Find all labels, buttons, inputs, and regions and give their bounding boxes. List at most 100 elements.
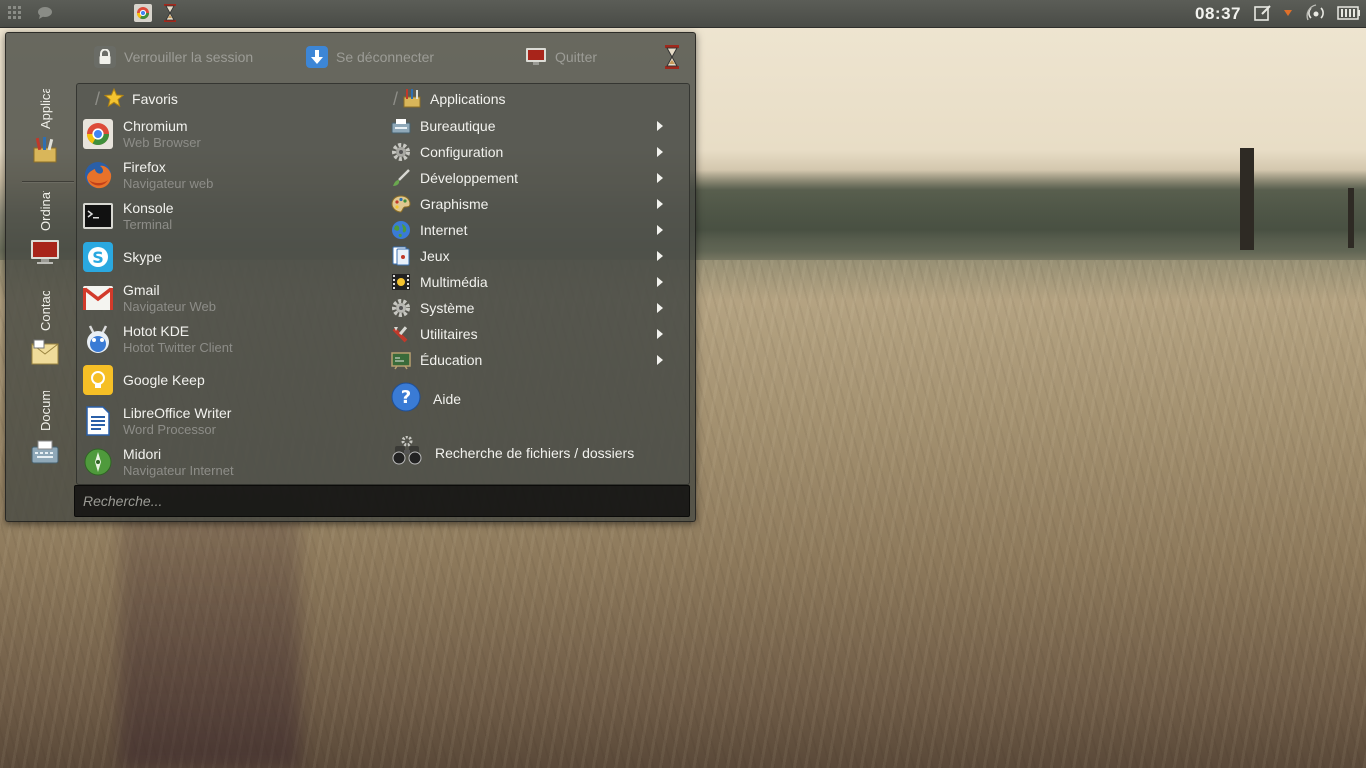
header-slash: / [393, 88, 399, 109]
tools-icon [391, 324, 411, 344]
favorite-item-midori[interactable]: Midori Navigateur Internet [83, 443, 373, 481]
app-grid-icon[interactable] [7, 4, 23, 22]
category-systeme[interactable]: Système [391, 296, 671, 320]
category-internet[interactable]: Internet [391, 218, 671, 242]
side-tab-label: Applications [37, 89, 53, 129]
wallpaper-post [1240, 148, 1254, 250]
submenu-arrow-icon [657, 251, 663, 261]
gear-icon [391, 142, 411, 162]
submenu-arrow-icon [657, 121, 663, 131]
favorite-item-konsole[interactable]: Konsole Terminal [83, 197, 373, 235]
chat-bubble-icon[interactable] [36, 4, 54, 22]
skype-icon: S [83, 242, 113, 272]
monitor-shutdown-icon [525, 46, 547, 68]
category-label: Configuration [420, 144, 504, 160]
favorite-item-libreoffice-writer[interactable]: LibreOffice Writer Word Processor [83, 402, 373, 440]
side-tab-documents[interactable]: Documents [16, 391, 74, 467]
category-graphisme[interactable]: Graphisme [391, 192, 671, 216]
category-label: Bureautique [420, 118, 496, 134]
binoculars-icon [391, 435, 423, 469]
side-tab-label: Contacts [37, 291, 53, 331]
favorites-title: Favoris [132, 91, 178, 107]
panel-clock[interactable]: 08:37 [1195, 4, 1241, 24]
side-tab-applications[interactable]: Applications [16, 89, 74, 165]
computer-monitor-icon [30, 237, 60, 267]
category-developpement[interactable]: Développement [391, 166, 671, 190]
logout-label: Se déconnecter [336, 49, 435, 65]
category-label: Multimédia [420, 274, 488, 290]
category-label: Développement [420, 170, 519, 186]
gmail-icon [83, 283, 113, 313]
applications-icon [30, 135, 60, 165]
category-multimedia[interactable]: Multimédia [391, 270, 671, 294]
favorite-item-skype[interactable]: S Skype [83, 238, 373, 276]
chromium-taskbar-icon[interactable] [133, 4, 153, 22]
category-jeux[interactable]: Jeux [391, 244, 671, 268]
system-gear-icon [391, 298, 411, 318]
search-files-label: Recherche de fichiers / dossiers [435, 444, 635, 461]
logout-arrow-icon [306, 46, 328, 68]
favorite-name: Midori [123, 445, 162, 462]
favorite-item-chromium[interactable]: Chromium Web Browser [83, 115, 373, 153]
battery-icon[interactable] [1336, 4, 1362, 22]
favorite-description: Navigateur web [123, 175, 214, 191]
launcher-top-bar: Verrouiller la session Se déconnecter Qu… [6, 33, 695, 81]
chromium-icon [83, 119, 113, 149]
category-bureautique[interactable]: Bureautique [391, 114, 671, 138]
favorite-description: Navigateur Internet [123, 462, 234, 478]
quit-label: Quitter [555, 49, 598, 65]
terminal-icon [83, 201, 113, 231]
top-panel: 08:37 [0, 0, 1366, 28]
side-tab-contacts[interactable]: Contacts [16, 291, 74, 367]
quit-button[interactable]: Quitter [525, 44, 597, 70]
favorite-item-google-keep[interactable]: Google Keep [83, 361, 373, 399]
wallpaper-post [1348, 188, 1354, 248]
network-icon[interactable] [1305, 4, 1327, 22]
category-utilitaires[interactable]: Utilitaires [391, 322, 671, 346]
category-label: Graphisme [420, 196, 489, 212]
favorite-item-gmail[interactable]: Gmail Navigateur Web [83, 279, 373, 317]
favorite-name: LibreOffice Writer [123, 404, 232, 421]
search-files-item[interactable]: Recherche de fichiers / dossiers [391, 435, 635, 469]
palette-icon [391, 194, 411, 214]
lock-session-button[interactable]: Verrouiller la session [94, 44, 253, 70]
favorite-name: Skype [123, 248, 162, 265]
help-label: Aide [433, 390, 462, 407]
launcher-logo-icon [663, 44, 681, 70]
category-label: Internet [420, 222, 468, 238]
wallpaper-treeline [690, 170, 1366, 260]
category-education[interactable]: Éducation [391, 348, 671, 372]
category-label: Éducation [420, 352, 483, 368]
wallpaper-path [120, 500, 300, 768]
writer-icon [83, 406, 113, 436]
favorite-item-hotot[interactable]: Hotot KDE Hotot Twitter Client [83, 320, 373, 358]
category-label: Jeux [420, 248, 450, 264]
submenu-arrow-icon [657, 277, 663, 287]
update-notifier-icon[interactable] [1282, 4, 1294, 22]
launcher-search-input[interactable] [75, 486, 689, 516]
submenu-arrow-icon [657, 303, 663, 313]
chalkboard-icon [391, 350, 411, 370]
hotot-icon [83, 324, 113, 354]
applications-header: / Applications [393, 87, 506, 111]
hourglass-icon[interactable] [160, 4, 180, 22]
category-configuration[interactable]: Configuration [391, 140, 671, 164]
favorite-name: Hotot KDE [123, 322, 190, 339]
logout-button[interactable]: Se déconnecter [306, 44, 434, 70]
side-tab-computer[interactable]: Ordinateur [16, 191, 74, 267]
help-item[interactable]: ? Aide [391, 382, 461, 415]
favorite-name: Konsole [123, 199, 174, 216]
submenu-arrow-icon [657, 199, 663, 209]
edit-note-icon[interactable] [1253, 4, 1273, 22]
header-slash: / [95, 88, 101, 109]
favorite-item-firefox[interactable]: Firefox Navigateur web [83, 156, 373, 194]
category-label: Utilitaires [420, 326, 478, 342]
cards-icon [391, 246, 411, 266]
favorite-description: Word Processor [123, 421, 216, 437]
applications-header-icon [402, 88, 422, 111]
applications-title: Applications [430, 91, 506, 107]
midori-icon [83, 447, 113, 477]
launcher-search-box [74, 485, 690, 517]
help-icon: ? [391, 382, 421, 415]
category-label: Système [420, 300, 475, 316]
